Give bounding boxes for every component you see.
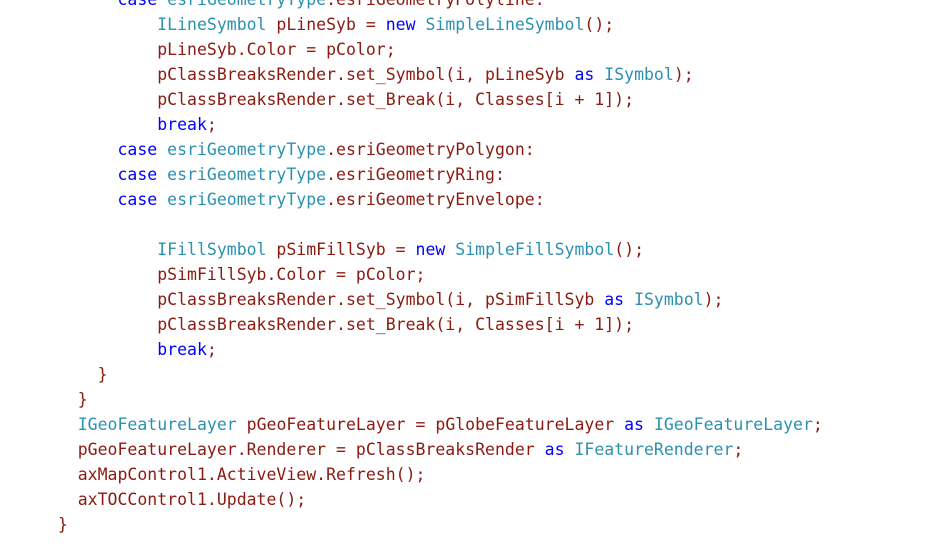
code-line: pSimFillSyb.Color = pColor; (38, 262, 823, 287)
code-token-identifier: axMapControl1.ActiveView.Refresh(); (77, 465, 426, 484)
code-line: case esriGeometryType.esriGeometryRing: (38, 162, 823, 187)
code-token-identifier: (); (584, 15, 615, 34)
code-token-brace: } (77, 390, 88, 409)
code-line: pClassBreaksRender.set_Symbol(i, pLineSy… (38, 62, 823, 87)
code-token-type: esriGeometryType (167, 0, 326, 9)
code-token-keyword: as (574, 65, 605, 84)
code-token-type: SimpleFillSymbol (455, 240, 615, 259)
code-token-keyword: case (117, 0, 167, 9)
code-token-keyword: as (624, 415, 654, 434)
code-token-identifier: pLineSyb = (266, 15, 386, 34)
code-token-identifier: ); (703, 290, 724, 309)
code-token-identifier: axTOCControl1.Update(); (77, 490, 307, 509)
code-line: case esriGeometryType.esriGeometryPolyli… (38, 0, 823, 12)
code-line: } (38, 387, 823, 412)
code-token-type: IGeoFeatureLayer (77, 415, 237, 434)
code-token-keyword: break (157, 340, 207, 359)
code-line: axMapControl1.ActiveView.Refresh(); (38, 462, 823, 487)
code-token-keyword: as (544, 440, 575, 459)
code-token-identifier: pLineSyb.Color = pColor; (157, 40, 396, 59)
code-token-identifier: pSimFillSyb.Color = pColor; (157, 265, 426, 284)
code-line: IGeoFeatureLayer pGeoFeatureLayer = pGlo… (38, 412, 823, 437)
code-token-identifier: pClassBreaksRender.set_Symbol(i, pLineSy… (157, 65, 575, 84)
code-token-type: ISymbol (634, 290, 704, 309)
code-token-identifier: pClassBreaksRender.set_Break(i, Classes[… (157, 315, 635, 334)
code-token-type: ISymbol (604, 65, 674, 84)
code-line: axTOCControl1.Update(); (38, 487, 823, 512)
code-token-type: IFeatureRenderer (574, 440, 734, 459)
code-token-identifier: pSimFillSyb = (266, 240, 416, 259)
code-token-identifier: .esriGeometryEnvelope: (326, 190, 545, 209)
code-token-keyword: new (415, 240, 456, 259)
code-token-identifier: ); (673, 65, 694, 84)
code-token-type: IGeoFeatureLayer (653, 415, 813, 434)
code-line: } (38, 362, 823, 387)
code-line: pGeoFeatureLayer.Renderer = pClassBreaks… (38, 437, 823, 462)
code-token-identifier: ; (206, 340, 217, 359)
code-token-keyword: case (117, 165, 168, 184)
code-token-type: ILineSymbol (157, 15, 267, 34)
code-line: case esriGeometryType.esriGeometryPolygo… (38, 137, 823, 162)
code-editor-view: case esriGeometryType.esriGeometryPolyli… (0, 0, 935, 551)
code-token-keyword: case (117, 140, 168, 159)
code-token-brace: } (57, 515, 68, 534)
code-line: pLineSyb.Color = pColor; (38, 37, 823, 62)
code-token-identifier: pGeoFeatureLayer.Renderer = pClassBreaks… (77, 440, 545, 459)
code-line: break; (38, 337, 823, 362)
code-token-keyword: as (604, 290, 635, 309)
code-line: } (38, 512, 823, 537)
code-token-identifier: pClassBreaksRender.set_Break(i, Classes[… (157, 90, 635, 109)
code-line: pClassBreaksRender.set_Break(i, Classes[… (38, 312, 823, 337)
code-line: IFillSymbol pSimFillSyb = new SimpleFill… (38, 237, 823, 262)
code-token-identifier: .esriGeometryPolygon: (326, 140, 535, 159)
code-line: ILineSymbol pLineSyb = new SimpleLineSym… (38, 12, 823, 37)
code-line: break; (38, 112, 823, 137)
code-token-type: SimpleLineSymbol (425, 15, 585, 34)
code-token-type: IFillSymbol (157, 240, 267, 259)
code-line: case esriGeometryType.esriGeometryEnvelo… (38, 187, 823, 212)
code-token-keyword: new (385, 15, 426, 34)
code-token-identifier: .esriGeometryPolyline: (326, 0, 545, 9)
code-token-brace: } (97, 365, 108, 384)
code-line: pClassBreaksRender.set_Symbol(i, pSimFil… (38, 287, 823, 312)
code-line: pClassBreaksRender.set_Break(i, Classes[… (38, 87, 823, 112)
code-token-type: esriGeometryType (167, 165, 327, 184)
code-lines-container: case esriGeometryType.esriGeometryPolyli… (0, 0, 823, 537)
code-token-identifier: ; (812, 415, 823, 434)
code-token-type: esriGeometryType (167, 190, 327, 209)
code-token-identifier: (); (614, 240, 645, 259)
code-token-identifier: ; (733, 440, 744, 459)
code-token-identifier: ; (206, 115, 217, 134)
code-token-identifier: pGeoFeatureLayer = pGlobeFeatureLayer (236, 415, 625, 434)
code-token-type: esriGeometryType (167, 140, 327, 159)
code-token-keyword: case (117, 190, 168, 209)
code-token-identifier: pClassBreaksRender.set_Symbol(i, pSimFil… (157, 290, 605, 309)
code-token-identifier: .esriGeometryRing: (326, 165, 505, 184)
code-token-keyword: break (157, 115, 207, 134)
